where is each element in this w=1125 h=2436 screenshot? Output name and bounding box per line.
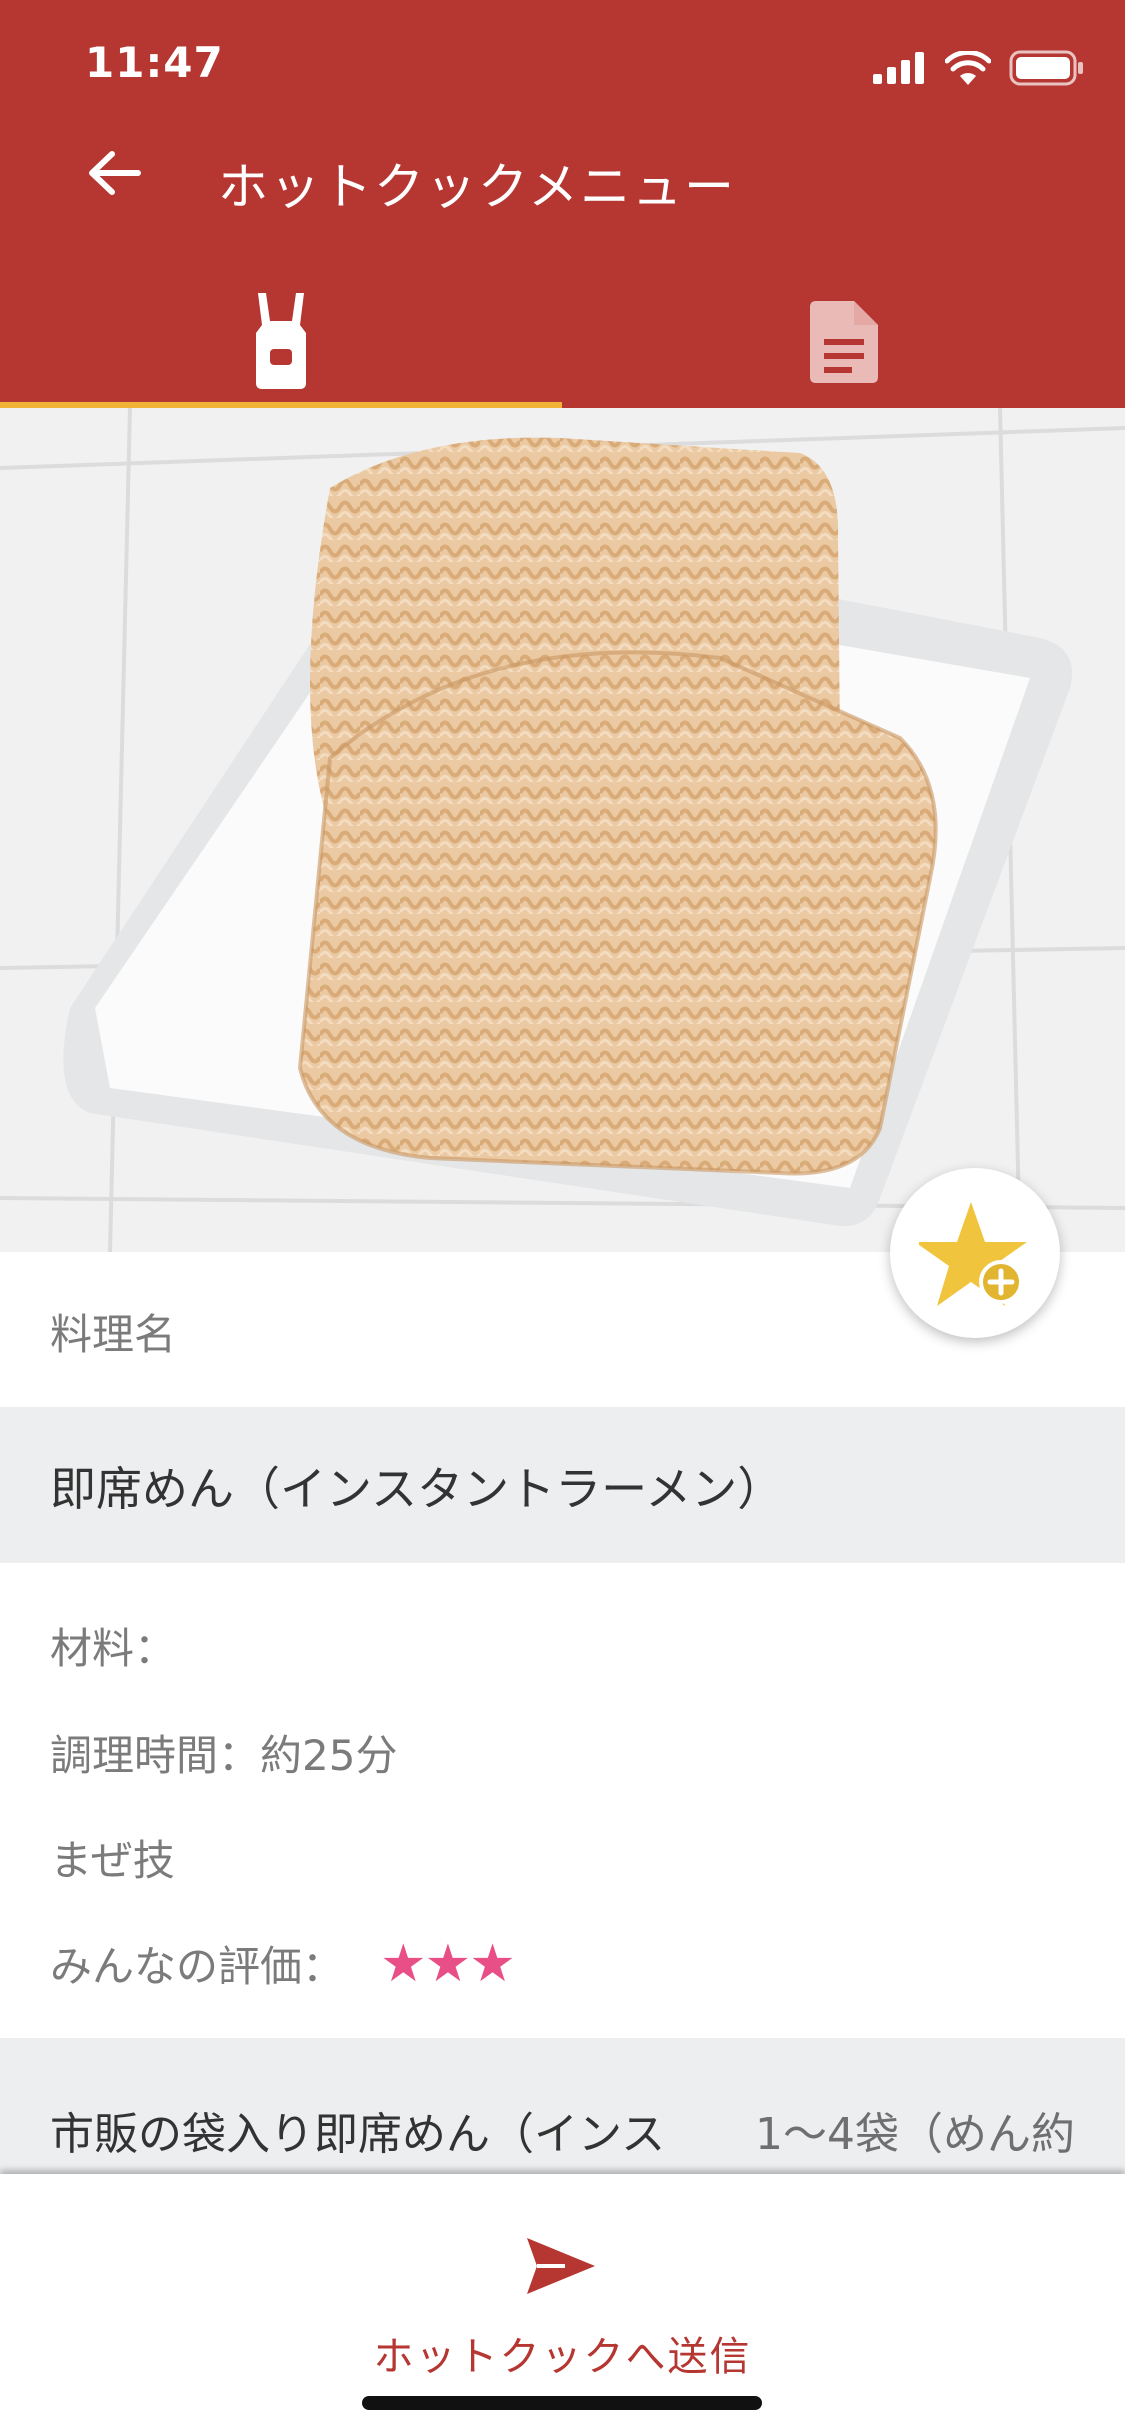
wifi-icon [945,51,991,85]
home-indicator[interactable] [362,2396,762,2410]
tab-cooking[interactable] [0,275,562,408]
tab-details[interactable] [563,275,1125,408]
battery-icon [1009,50,1083,86]
ingredient-quantity: 1〜4袋（めん約 [755,2109,1075,2160]
dish-name-band: 即席めん（インスタントラーメン） [0,1407,1125,1563]
document-icon [810,301,878,383]
send-to-hotcook-button[interactable]: ホットクックへ送信 [300,2204,825,2384]
send-to-hotcook-label: ホットクックへ送信 [373,2334,752,2380]
ingredient-name: 市販の袋入り即席めん（インス [50,2109,666,2160]
recipe-photo [0,408,1125,1252]
send-icon [527,2238,595,2294]
back-arrow-icon [89,151,141,195]
cook-time-label: 調理時間：約25分 [50,1731,398,1780]
dish-name-label: 料理名 [50,1310,177,1359]
stir-technique-label: まぜ技 [50,1836,175,1885]
status-icons [873,48,1085,88]
dish-name: 即席めん（インスタントラーメン） [50,1462,784,1516]
rating-label: みんなの評価： [50,1942,345,1991]
bottom-action-bar: ホットクックへ送信 [0,2174,1125,2436]
signal-icon [873,52,924,84]
apron-icon [256,293,306,389]
app-header: 11:47 ホットクックメニュー [0,0,1125,408]
page-title: ホットクックメニュー [218,158,736,216]
back-button[interactable] [86,148,156,212]
ingredients-label: 材料： [50,1624,177,1673]
status-time: 11:47 [85,38,224,87]
star-add-icon [919,1202,1027,1306]
ingredient-row: 市販の袋入り即席めん（インス 1〜4袋（めん約 [0,2038,1125,2178]
rating-stars: ★★★ [380,1934,516,1994]
add-favorite-button[interactable] [890,1168,1060,1338]
